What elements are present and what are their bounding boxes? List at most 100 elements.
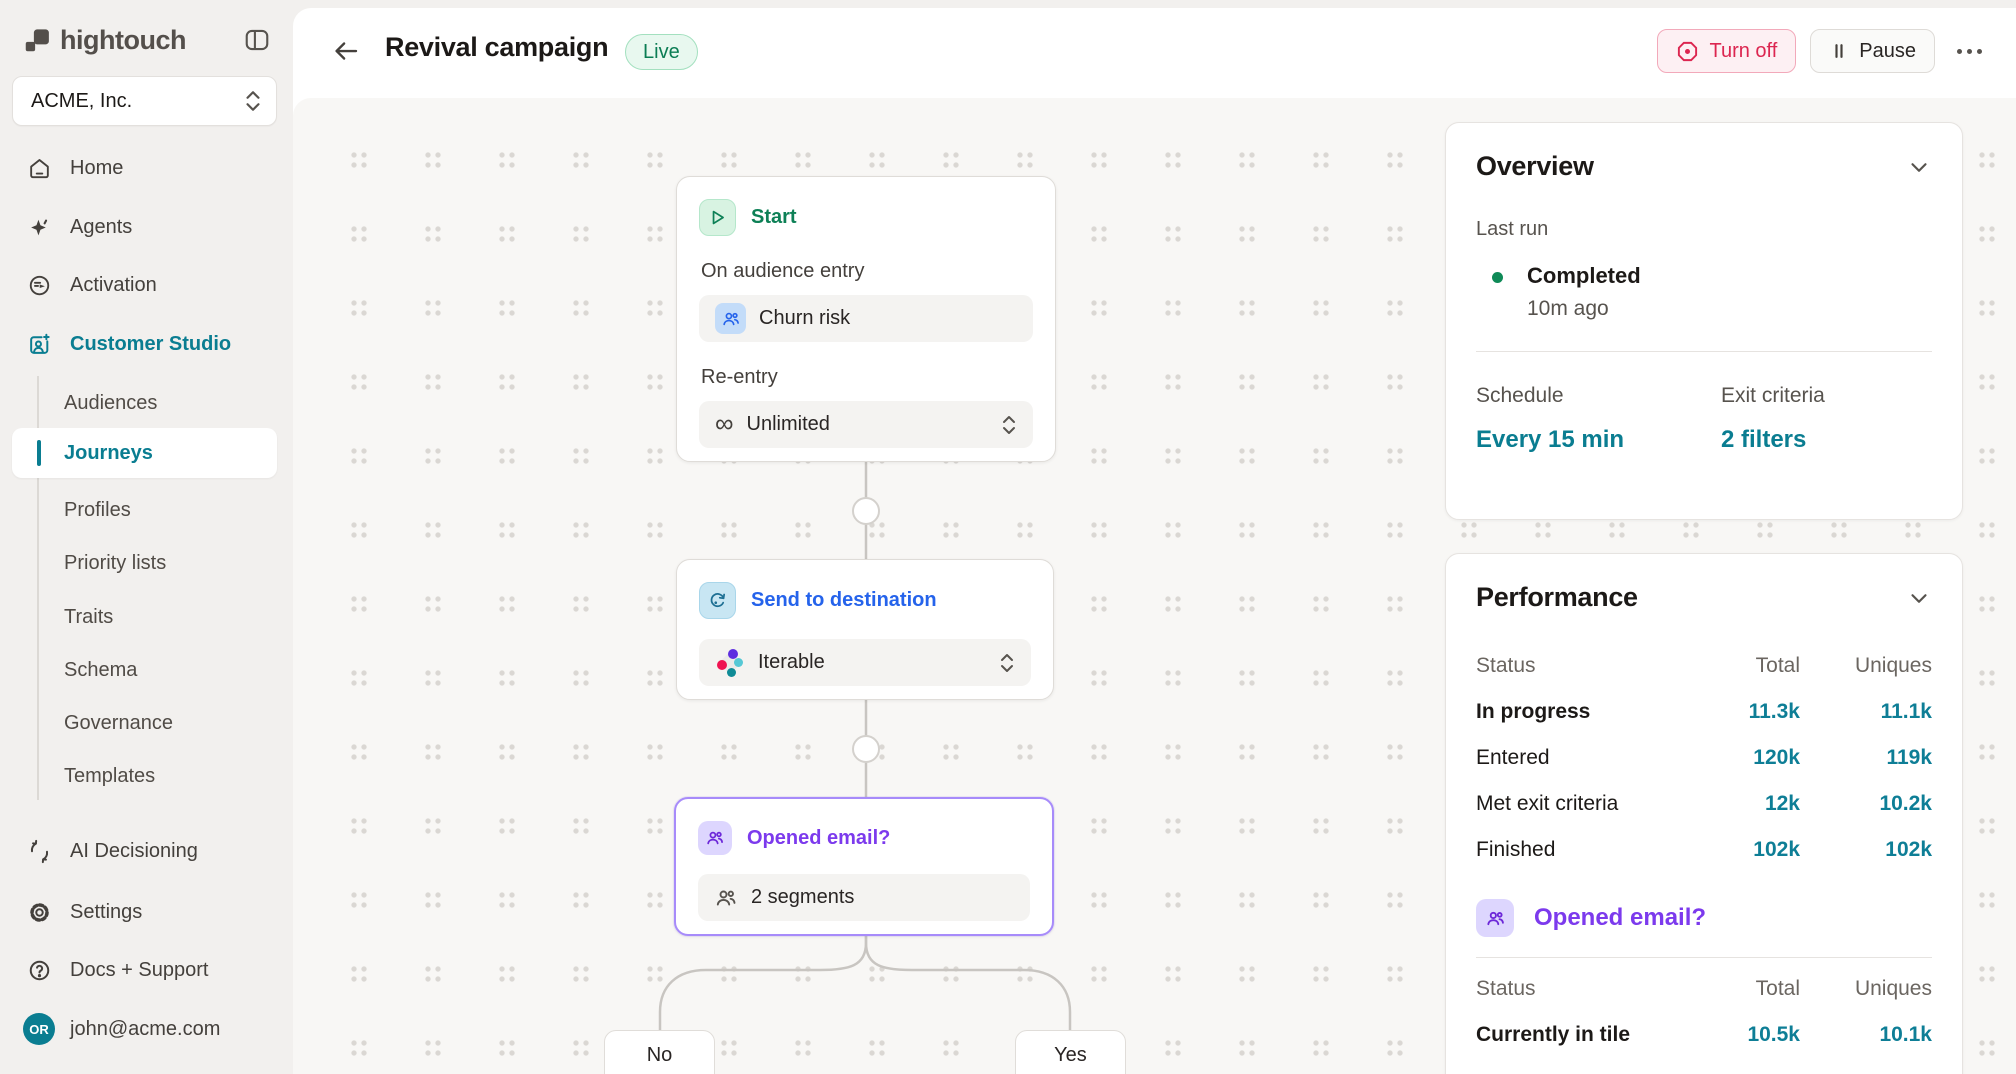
schedule-label: Schedule	[1476, 384, 1932, 408]
branch-yes-label: Yes	[1054, 1044, 1087, 1074]
sidebar-item-priority-lists[interactable]: Priority lists	[64, 541, 277, 585]
send-to-destination-node[interactable]: Send to destination Iterable	[676, 559, 1054, 700]
schedule-value-link[interactable]: Every 15 min	[1476, 426, 1932, 454]
exit-criteria-value-link[interactable]: 2 filters	[1721, 426, 1825, 454]
sidebar-item-ai-decisioning[interactable]: AI Decisioning	[16, 829, 277, 873]
chevron-down-icon[interactable]	[1906, 154, 1932, 180]
sidebar-item-home[interactable]: Home	[16, 146, 277, 190]
chevron-up-down-icon	[1001, 414, 1017, 436]
schedule-block: Schedule Every 15 min	[1476, 384, 1932, 454]
start-node-header: Start	[699, 199, 1033, 236]
audience-name: Churn risk	[759, 307, 850, 330]
tile-table: Status Total Uniques Currently in tile 1…	[1476, 966, 1932, 1058]
overview-divider	[1476, 351, 1932, 352]
chevron-down-icon[interactable]	[1906, 585, 1932, 611]
branch-no-label: No	[647, 1044, 673, 1074]
sidebar-item-governance[interactable]: Governance	[64, 701, 277, 745]
pause-icon	[1829, 41, 1849, 61]
col-header-uniques: Uniques	[1800, 966, 1932, 1012]
decision-node-title: Opened email?	[747, 827, 890, 850]
sidebar-item-activation[interactable]: Activation	[16, 263, 277, 307]
exit-criteria-label: Exit criteria	[1721, 384, 1825, 408]
sync-cycle-icon	[699, 582, 736, 619]
customer-studio-icon	[26, 331, 52, 357]
active-indicator-bar	[37, 440, 41, 466]
logo-text: hightouch	[60, 25, 186, 56]
user-avatar: OR	[23, 1013, 55, 1045]
help-icon	[26, 957, 52, 983]
tile-divider	[1476, 957, 1932, 958]
play-icon	[699, 199, 736, 236]
table-row-total: 12k	[1685, 781, 1800, 827]
back-button[interactable]	[329, 34, 363, 68]
last-run-time: 10m ago	[1527, 297, 1641, 321]
sidebar-item-label: Home	[70, 157, 123, 180]
table-row-status: Finished	[1476, 827, 1685, 873]
sidebar-item-settings[interactable]: Settings	[16, 890, 277, 934]
col-header-total: Total	[1685, 643, 1800, 689]
tile-section-title[interactable]: Opened email?	[1534, 904, 1706, 932]
status-dot-green	[1492, 272, 1503, 283]
sidebar-item-schema[interactable]: Schema	[64, 648, 277, 692]
page-header: Revival campaign Live Turn off Pause	[293, 8, 2016, 98]
sidebar-item-customer-studio[interactable]: Customer Studio	[16, 322, 277, 366]
col-header-status: Status	[1476, 643, 1685, 689]
start-node[interactable]: Start On audience entry Churn risk Re-en…	[676, 176, 1056, 462]
iterable-logo-icon	[715, 648, 745, 678]
journey-canvas[interactable]: Start On audience entry Churn risk Re-en…	[293, 98, 2016, 1074]
sidebar-item-label: Profiles	[64, 499, 131, 522]
sidebar-item-label: Governance	[64, 712, 173, 735]
decision-node-opened-email[interactable]: Opened email? 2 segments	[674, 797, 1054, 936]
performance-table: Status Total Uniques In progress 11.3k 1…	[1476, 643, 1932, 873]
reentry-select[interactable]: ∞ Unlimited	[699, 401, 1033, 448]
sidebar-item-label: Customer Studio	[70, 333, 231, 356]
sidebar-item-agents[interactable]: Agents	[16, 205, 277, 249]
audience-field[interactable]: Churn risk	[699, 295, 1033, 342]
sidebar-item-traits[interactable]: Traits	[64, 595, 277, 639]
table-row-uniques: 10.1k	[1800, 1012, 1932, 1058]
turn-off-button[interactable]: Turn off	[1657, 29, 1796, 73]
infinity-icon: ∞	[715, 410, 734, 436]
send-node-title: Send to destination	[751, 589, 937, 612]
sidebar-item-label: Docs + Support	[70, 959, 208, 982]
sidebar-item-label: Settings	[70, 901, 142, 924]
sidebar-item-docs-support[interactable]: Docs + Support	[16, 948, 277, 992]
table-row-uniques: 119k	[1800, 735, 1932, 781]
sidebar-item-journeys-active[interactable]: Journeys	[12, 428, 277, 478]
segments-field[interactable]: 2 segments	[698, 874, 1030, 921]
stop-octagon-icon	[1676, 40, 1699, 63]
sidebar-item-profiles[interactable]: Profiles	[64, 488, 277, 532]
home-icon	[26, 155, 52, 181]
table-row-status: Currently in tile	[1476, 1012, 1685, 1058]
sidebar-item-label: Schema	[64, 659, 137, 682]
destination-name: Iterable	[758, 651, 825, 674]
last-run-label: Last run	[1476, 218, 1932, 241]
last-run-status-row: Completed 10m ago	[1476, 263, 1932, 321]
performance-title: Performance	[1476, 582, 1638, 613]
pause-button[interactable]: Pause	[1810, 29, 1935, 73]
workspace-selector[interactable]: ACME, Inc.	[12, 76, 277, 126]
panel-left-icon	[243, 26, 271, 54]
branch-no-node[interactable]: No	[604, 1030, 715, 1074]
sidebar-item-account[interactable]: OR john@acme.com	[16, 1007, 277, 1051]
table-row-uniques: 10.2k	[1800, 781, 1932, 827]
sidebar-item-templates[interactable]: Templates	[64, 754, 277, 798]
gear-icon	[26, 899, 52, 925]
sidebar-item-label: john@acme.com	[70, 1018, 220, 1041]
exit-criteria-block: Exit criteria 2 filters	[1721, 384, 1825, 454]
sidebar-item-label: Audiences	[64, 392, 157, 415]
sidebar-collapse-button[interactable]	[241, 24, 273, 56]
more-options-button[interactable]	[1949, 29, 1990, 73]
reentry-label: Re-entry	[701, 366, 1033, 389]
table-row-total: 11.3k	[1685, 689, 1800, 735]
table-row-total: 102k	[1685, 827, 1800, 873]
col-header-uniques: Uniques	[1800, 643, 1932, 689]
destination-select[interactable]: Iterable	[699, 639, 1031, 686]
last-run-status: Completed	[1527, 263, 1641, 289]
performance-card: Performance Status Total Uniques In prog…	[1445, 553, 1963, 1074]
sidebar-item-label: Traits	[64, 606, 113, 629]
col-header-total: Total	[1685, 966, 1800, 1012]
segments-icon	[698, 821, 732, 855]
sidebar-item-audiences[interactable]: Audiences	[64, 381, 277, 425]
branch-yes-node[interactable]: Yes	[1015, 1030, 1126, 1074]
